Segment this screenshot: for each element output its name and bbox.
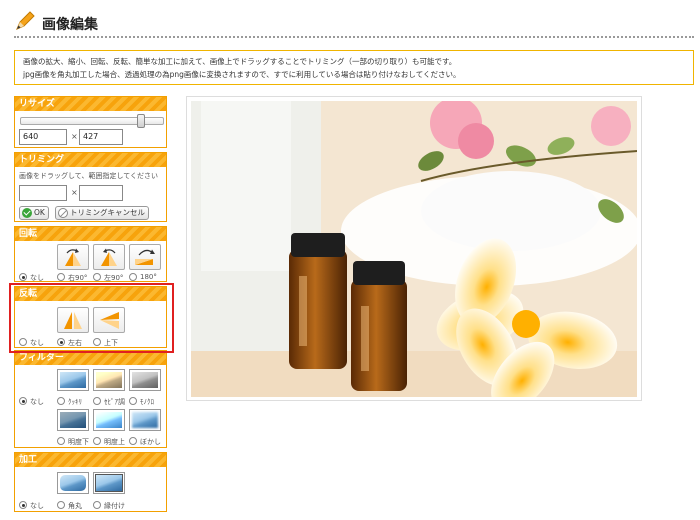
rotate-right-radio[interactable] (57, 273, 65, 281)
rotate-header: 回転 (15, 227, 166, 241)
filter-mono-label: ﾓﾉｸﾛ (140, 398, 154, 406)
resize-panel: リサイズ 640 × 427 (14, 96, 167, 148)
filter-none-label: なし (30, 398, 44, 406)
trim-ok-button[interactable]: OK (19, 206, 49, 220)
rotate-180-icon (135, 249, 155, 265)
rotate-right-label: 右90° (68, 274, 88, 282)
filter-none-radio[interactable] (19, 397, 27, 405)
filter-brighten-radio[interactable] (93, 437, 101, 445)
height-input[interactable]: 427 (79, 129, 123, 145)
filter-blur-label: ぼかし (140, 438, 161, 446)
rotate-180-label: 180° (140, 273, 157, 281)
resize-slider-thumb[interactable] (136, 114, 145, 128)
trim-hint: 画像をドラッグして、範囲指定してください (19, 172, 159, 180)
process-header: 加工 (15, 453, 166, 467)
rotate-right-button[interactable] (57, 244, 89, 270)
cancel-icon (58, 208, 68, 218)
flip-highlight-box (9, 283, 174, 353)
rotate-left-icon (101, 248, 117, 266)
filter-blur-button[interactable] (129, 409, 161, 431)
filter-brighten-button[interactable] (93, 409, 125, 431)
trim-cancel-button[interactable]: トリミングキャンセル (55, 206, 149, 220)
rotate-left-radio[interactable] (93, 273, 101, 281)
check-icon (22, 208, 32, 218)
filter-darken-radio[interactable] (57, 437, 65, 445)
border-frame-button[interactable] (93, 472, 125, 494)
process-none-radio[interactable] (19, 501, 27, 509)
rounded-corner-button[interactable] (57, 472, 89, 494)
rotate-180-button[interactable] (129, 244, 161, 270)
rotate-left-label: 左90° (104, 274, 124, 282)
rotate-none-radio[interactable] (19, 273, 27, 281)
filter-mono-button[interactable] (129, 369, 161, 391)
process-panel: 加工 なし 角丸 縁付け (14, 452, 167, 512)
times-sign: × (71, 188, 78, 197)
trim-panel: トリミング 画像をドラッグして、範囲指定してください × OK トリミングキャン… (14, 152, 167, 222)
pencil-icon (16, 11, 35, 30)
trim-height-input[interactable] (79, 185, 123, 201)
page-title: 画像編集 (42, 17, 98, 33)
process-border-radio[interactable] (93, 501, 101, 509)
process-rounded-radio[interactable] (57, 501, 65, 509)
notice-box: 画像の拡大、縮小、回転、反転、簡単な加工に加えて、画像上でドラッグすることでトリ… (14, 50, 694, 85)
process-rounded-label: 角丸 (68, 502, 82, 510)
rotate-panel: 回転 なし 右90° 左90° 180° (14, 226, 167, 282)
filter-sharp-button[interactable] (57, 369, 89, 391)
rotate-180-radio[interactable] (129, 273, 137, 281)
filter-panel: フィルター なし ｸｯｷﾘ ｾﾋﾟｱ調 ﾓﾉｸﾛ 明度下 明度上 ぼかし (14, 350, 167, 448)
filter-sharp-label: ｸｯｷﾘ (68, 398, 82, 406)
process-none-label: なし (30, 502, 44, 510)
filter-sepia-button[interactable] (93, 369, 125, 391)
spa-photo (191, 101, 637, 397)
filter-darken-button[interactable] (57, 409, 89, 431)
filter-darken-label: 明度下 (68, 438, 89, 446)
rotate-right-icon (65, 248, 81, 266)
width-input[interactable]: 640 (19, 129, 67, 145)
rotate-left-button[interactable] (93, 244, 125, 270)
trim-header: トリミング (15, 153, 166, 167)
resize-header: リサイズ (15, 97, 166, 111)
filter-blur-radio[interactable] (129, 437, 137, 445)
filter-brighten-label: 明度上 (104, 438, 125, 446)
rotate-none-label: なし (30, 274, 44, 282)
times-sign: × (71, 132, 78, 141)
image-preview-frame (186, 96, 642, 401)
filter-sharp-radio[interactable] (57, 397, 65, 405)
trim-width-input[interactable] (19, 185, 67, 201)
image-canvas[interactable] (191, 101, 637, 397)
filter-header: フィルター (15, 351, 166, 365)
filter-sepia-radio[interactable] (93, 397, 101, 405)
notice-line-1: 画像の拡大、縮小、回転、反転、簡単な加工に加えて、画像上でドラッグすることでトリ… (23, 57, 457, 66)
filter-sepia-label: ｾﾋﾟｱ調 (104, 398, 125, 406)
process-border-label: 縁付け (104, 502, 125, 510)
filter-mono-radio[interactable] (129, 397, 137, 405)
page-header: 画像編集 (14, 8, 694, 38)
notice-line-2: jpg画像を角丸加工した場合、透過処理の為png画像に変換されますので、すでに利… (23, 70, 461, 79)
